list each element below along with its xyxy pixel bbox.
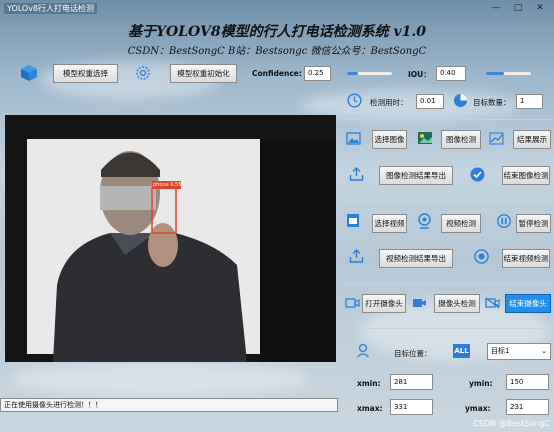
target-count-label: 目标数量： (473, 98, 511, 107)
stop-video-button[interactable]: 结束视频检测 (502, 249, 550, 268)
clock-icon (347, 93, 362, 108)
status-bar: 正在使用摄像头进行检测！！！ (0, 398, 338, 412)
close-button[interactable]: ✕ (532, 2, 548, 14)
stop-image-button[interactable]: 结束图像检测 (502, 166, 550, 185)
upload-icon (349, 249, 364, 263)
camera-detect-button[interactable]: 摄像头检测 (434, 294, 480, 313)
watermark: CSDN @BestSongC (473, 419, 550, 428)
all-badge: ALL (453, 344, 470, 358)
page-title: 基于YOLOV8模型的行人打电话检测系统 v1.0 (128, 24, 426, 40)
confidence-slider[interactable] (347, 72, 392, 75)
pause-icon (497, 214, 511, 228)
window-title: YOLOv8行人打电话检测 (4, 3, 98, 14)
video-detect-button[interactable]: 视频检测 (441, 214, 481, 233)
pie-chart-icon (454, 94, 467, 107)
confidence-label: Confidence: (252, 69, 302, 78)
chart-line-icon (489, 132, 504, 145)
xmax-label: xmax: (357, 404, 383, 413)
detection-label: phone 0.55 (153, 182, 182, 188)
upload-icon (349, 167, 364, 181)
camera-icon (345, 298, 360, 308)
export-image-button[interactable]: 图像检测结果导出 (379, 166, 453, 185)
select-image-button[interactable]: 选择图像 (372, 130, 407, 149)
init-model-button[interactable]: 模型权重初始化 (170, 64, 237, 83)
divider (341, 283, 552, 284)
maximize-button[interactable]: □ (510, 2, 526, 14)
detect-time-label: 检测用时： (370, 98, 408, 107)
select-video-button[interactable]: 选择视频 (372, 214, 407, 233)
xmin-field: 281 (390, 374, 433, 390)
target-select[interactable]: 目标1 ⌄ (487, 343, 551, 360)
stop-circle-icon (474, 249, 489, 264)
export-video-button[interactable]: 视频检测结果导出 (379, 249, 453, 268)
target-select-value: 目标1 (491, 347, 510, 355)
xmin-label: xmin: (357, 379, 381, 388)
ymax-label: ymax: (465, 404, 491, 413)
check-circle-icon (470, 167, 485, 182)
divider (341, 119, 552, 120)
image-icon (346, 132, 361, 145)
iou-slider[interactable] (486, 72, 531, 75)
image-detect-button[interactable]: 图像检测 (441, 130, 481, 149)
background-cloud (10, 362, 310, 396)
iou-label: IOU： (408, 70, 431, 79)
image-detect-icon (418, 132, 432, 144)
target-count-field: 1 (516, 94, 543, 109)
pause-detect-button[interactable]: 暂停检测 (516, 214, 551, 233)
divider (341, 328, 552, 329)
close-camera-button[interactable]: 结束摄像头 (505, 294, 551, 313)
location-icon (357, 343, 369, 358)
video-file-icon (347, 214, 359, 227)
iou-spinbox[interactable]: 0.40 (436, 66, 466, 81)
gear-icon (136, 66, 150, 80)
ymin-label: ymin: (469, 379, 493, 388)
select-model-button[interactable]: 模型权重选择 (53, 64, 118, 83)
detection-display: phone 0.55 (5, 115, 336, 362)
ymax-field: 231 (506, 399, 549, 415)
detect-time-field: 0.01 (416, 94, 444, 109)
page-subtitle: CSDN：BestSongC B站：Bestsongc 微信公众号：BestSo… (127, 46, 427, 57)
confidence-spinbox[interactable]: 0.25 (304, 66, 331, 81)
ymin-field: 150 (506, 374, 549, 390)
minimize-button[interactable]: — (488, 2, 504, 14)
chevron-down-icon: ⌄ (541, 347, 547, 355)
camera-off-icon (485, 297, 500, 309)
cube-icon (21, 65, 37, 81)
xmax-field: 331 (390, 399, 433, 415)
divider (341, 200, 552, 201)
open-camera-button[interactable]: 打开摄像头 (362, 294, 406, 313)
webcam-icon (418, 213, 431, 229)
camera-frame-image (5, 115, 336, 362)
target-position-label: 目标位置： (394, 349, 432, 358)
video-camera-icon (413, 299, 426, 307)
show-result-button[interactable]: 结果展示 (513, 130, 551, 149)
